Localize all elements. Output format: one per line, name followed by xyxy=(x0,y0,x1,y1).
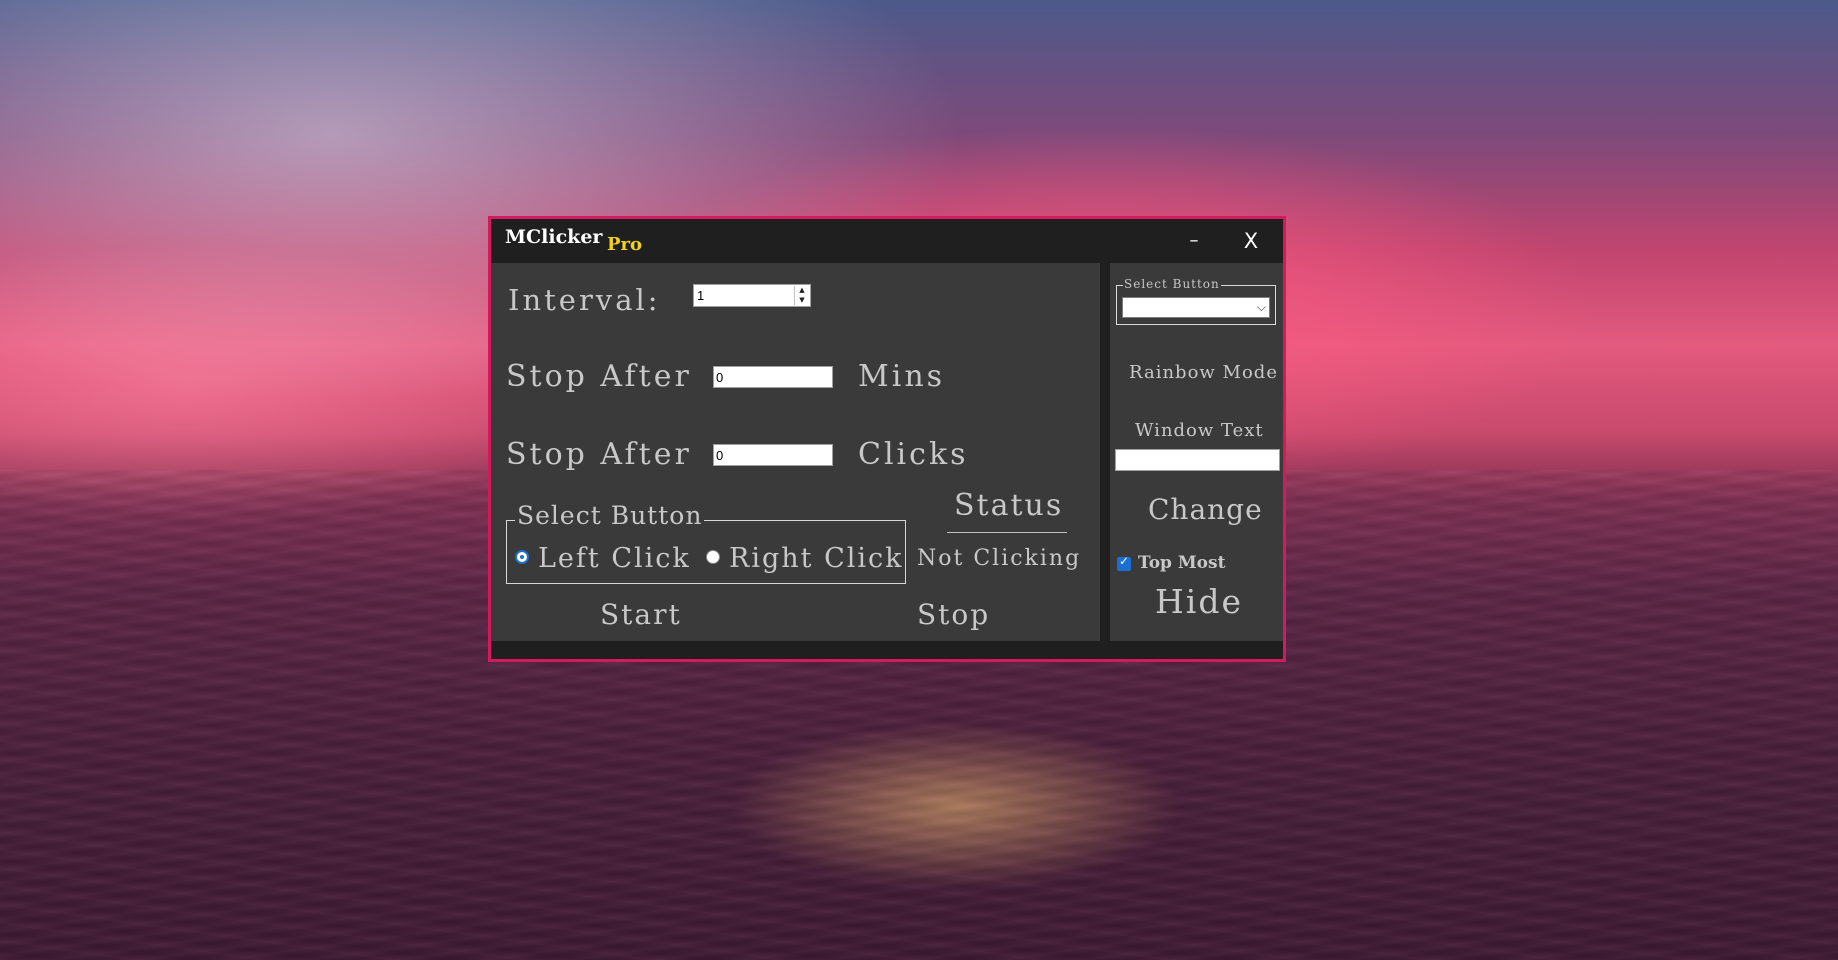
select-button-dropdown[interactable]: ⌵ xyxy=(1122,297,1270,318)
stop-after-mins-value: 0 xyxy=(716,370,724,385)
stop-after-clicks-label: Stop After xyxy=(506,437,692,472)
minimize-button[interactable]: – xyxy=(1174,227,1214,255)
status-value: Not Clicking xyxy=(917,546,1082,571)
close-button[interactable]: X xyxy=(1231,227,1271,255)
interval-stepper[interactable]: 1 ▲ ▼ xyxy=(693,284,811,307)
side-select-button-legend: Select Button xyxy=(1123,277,1221,291)
left-click-radio[interactable] xyxy=(515,550,529,564)
interval-label: Interval: xyxy=(508,283,661,317)
change-button[interactable]: Change xyxy=(1148,493,1263,526)
main-panel: Interval: 1 ▲ ▼ Stop After 0 Mins Stop A… xyxy=(491,263,1100,641)
side-panel: Select Button ⌵ Rainbow Mode Window Text… xyxy=(1110,263,1283,641)
interval-value[interactable]: 1 xyxy=(697,288,704,303)
left-click-label[interactable]: Left Click xyxy=(538,543,691,574)
mclicker-window: MClicker Pro – X Interval: 1 ▲ ▼ Stop Af… xyxy=(488,216,1286,662)
rainbow-mode-button[interactable]: Rainbow Mode xyxy=(1129,362,1278,383)
stop-after-clicks-value: 0 xyxy=(716,448,724,463)
top-most-label[interactable]: Top Most xyxy=(1138,553,1225,573)
right-click-label[interactable]: Right Click xyxy=(729,543,903,574)
window-text-label: Window Text xyxy=(1135,420,1264,441)
stepper-arrows: ▲ ▼ xyxy=(794,286,809,305)
check-icon: ✓ xyxy=(1119,554,1130,568)
status-divider xyxy=(947,532,1067,533)
top-most-checkbox[interactable]: ✓ xyxy=(1117,554,1131,571)
hide-button[interactable]: Hide xyxy=(1155,582,1243,621)
select-button-legend: Select Button xyxy=(515,501,705,530)
right-click-radio[interactable] xyxy=(706,550,720,564)
app-edition-label: Pro xyxy=(607,234,643,255)
title-bar[interactable]: MClicker Pro – X xyxy=(491,219,1283,263)
start-button[interactable]: Start xyxy=(600,598,682,631)
stop-button[interactable]: Stop xyxy=(917,598,990,631)
desktop-background: MClicker Pro – X Interval: 1 ▲ ▼ Stop Af… xyxy=(0,0,1838,960)
side-select-button-group: Select Button ⌵ xyxy=(1116,277,1276,325)
spin-down-icon[interactable]: ▼ xyxy=(795,296,809,305)
chevron-down-icon[interactable]: ⌵ xyxy=(1257,300,1266,315)
mins-label: Mins xyxy=(858,359,946,394)
select-button-group: Select Button Left Click Right Click xyxy=(506,501,906,584)
app-title: MClicker xyxy=(505,226,603,248)
clicks-label: Clicks xyxy=(858,437,969,472)
stop-after-mins-input[interactable]: 0 xyxy=(713,366,833,388)
stop-after-clicks-input[interactable]: 0 xyxy=(713,444,833,466)
status-title: Status xyxy=(954,488,1064,523)
spin-up-icon[interactable]: ▲ xyxy=(795,286,809,295)
stop-after-mins-label: Stop After xyxy=(506,359,692,394)
window-text-input[interactable] xyxy=(1115,449,1280,471)
